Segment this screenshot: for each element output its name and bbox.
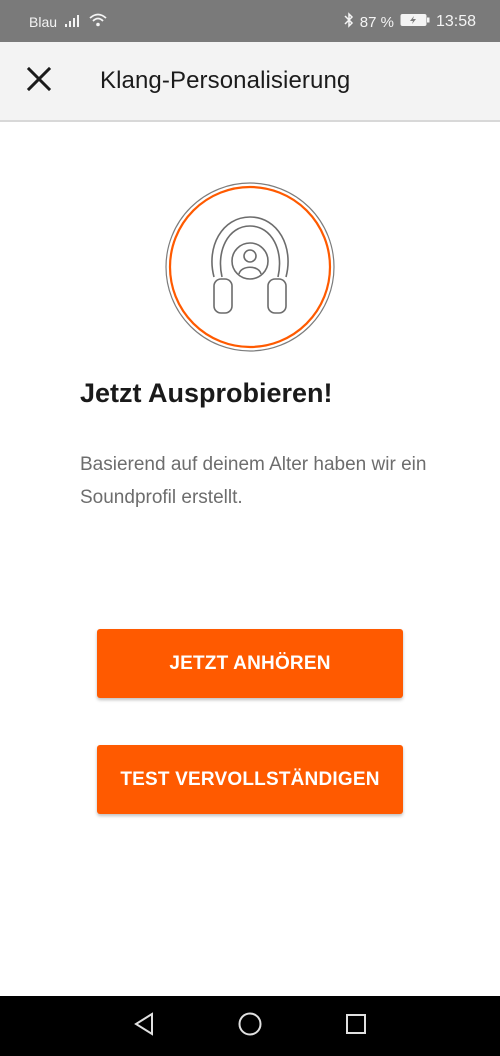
headphones-profile-icon (164, 181, 336, 353)
battery-percent: 87 % (359, 13, 394, 31)
carrier-label: Blau (29, 13, 58, 30)
app-bar: Klang-Personalisierung (0, 42, 500, 122)
back-button[interactable] (129, 1011, 159, 1041)
recents-button[interactable] (341, 1011, 371, 1041)
signal-icon (65, 14, 81, 30)
status-right: 87 % 13:58 (344, 12, 476, 32)
recents-icon (345, 1013, 367, 1040)
back-icon (133, 1011, 155, 1041)
wifi-icon (89, 13, 107, 30)
home-button[interactable] (235, 1011, 265, 1041)
description-text: Basierend auf deinem Alter haben wir ein… (80, 454, 427, 508)
close-icon (26, 66, 52, 97)
listen-now-button[interactable]: JETZT ANHÖREN (97, 629, 403, 698)
home-icon (237, 1011, 263, 1042)
close-button[interactable] (22, 64, 56, 98)
complete-test-button[interactable]: TEST VERVOLLSTÄNDIGEN (97, 745, 403, 814)
section-heading: Jetzt Ausprobieren! (80, 378, 333, 408)
status-bar: Blau 87 % 13:58 (0, 0, 500, 42)
status-left: Blau (29, 13, 107, 30)
bluetooth-icon (344, 12, 354, 32)
system-nav-bar (0, 996, 500, 1056)
clock: 13:58 (435, 13, 476, 30)
battery-icon (400, 13, 430, 31)
page-title: Klang-Personalisierung (100, 67, 351, 94)
